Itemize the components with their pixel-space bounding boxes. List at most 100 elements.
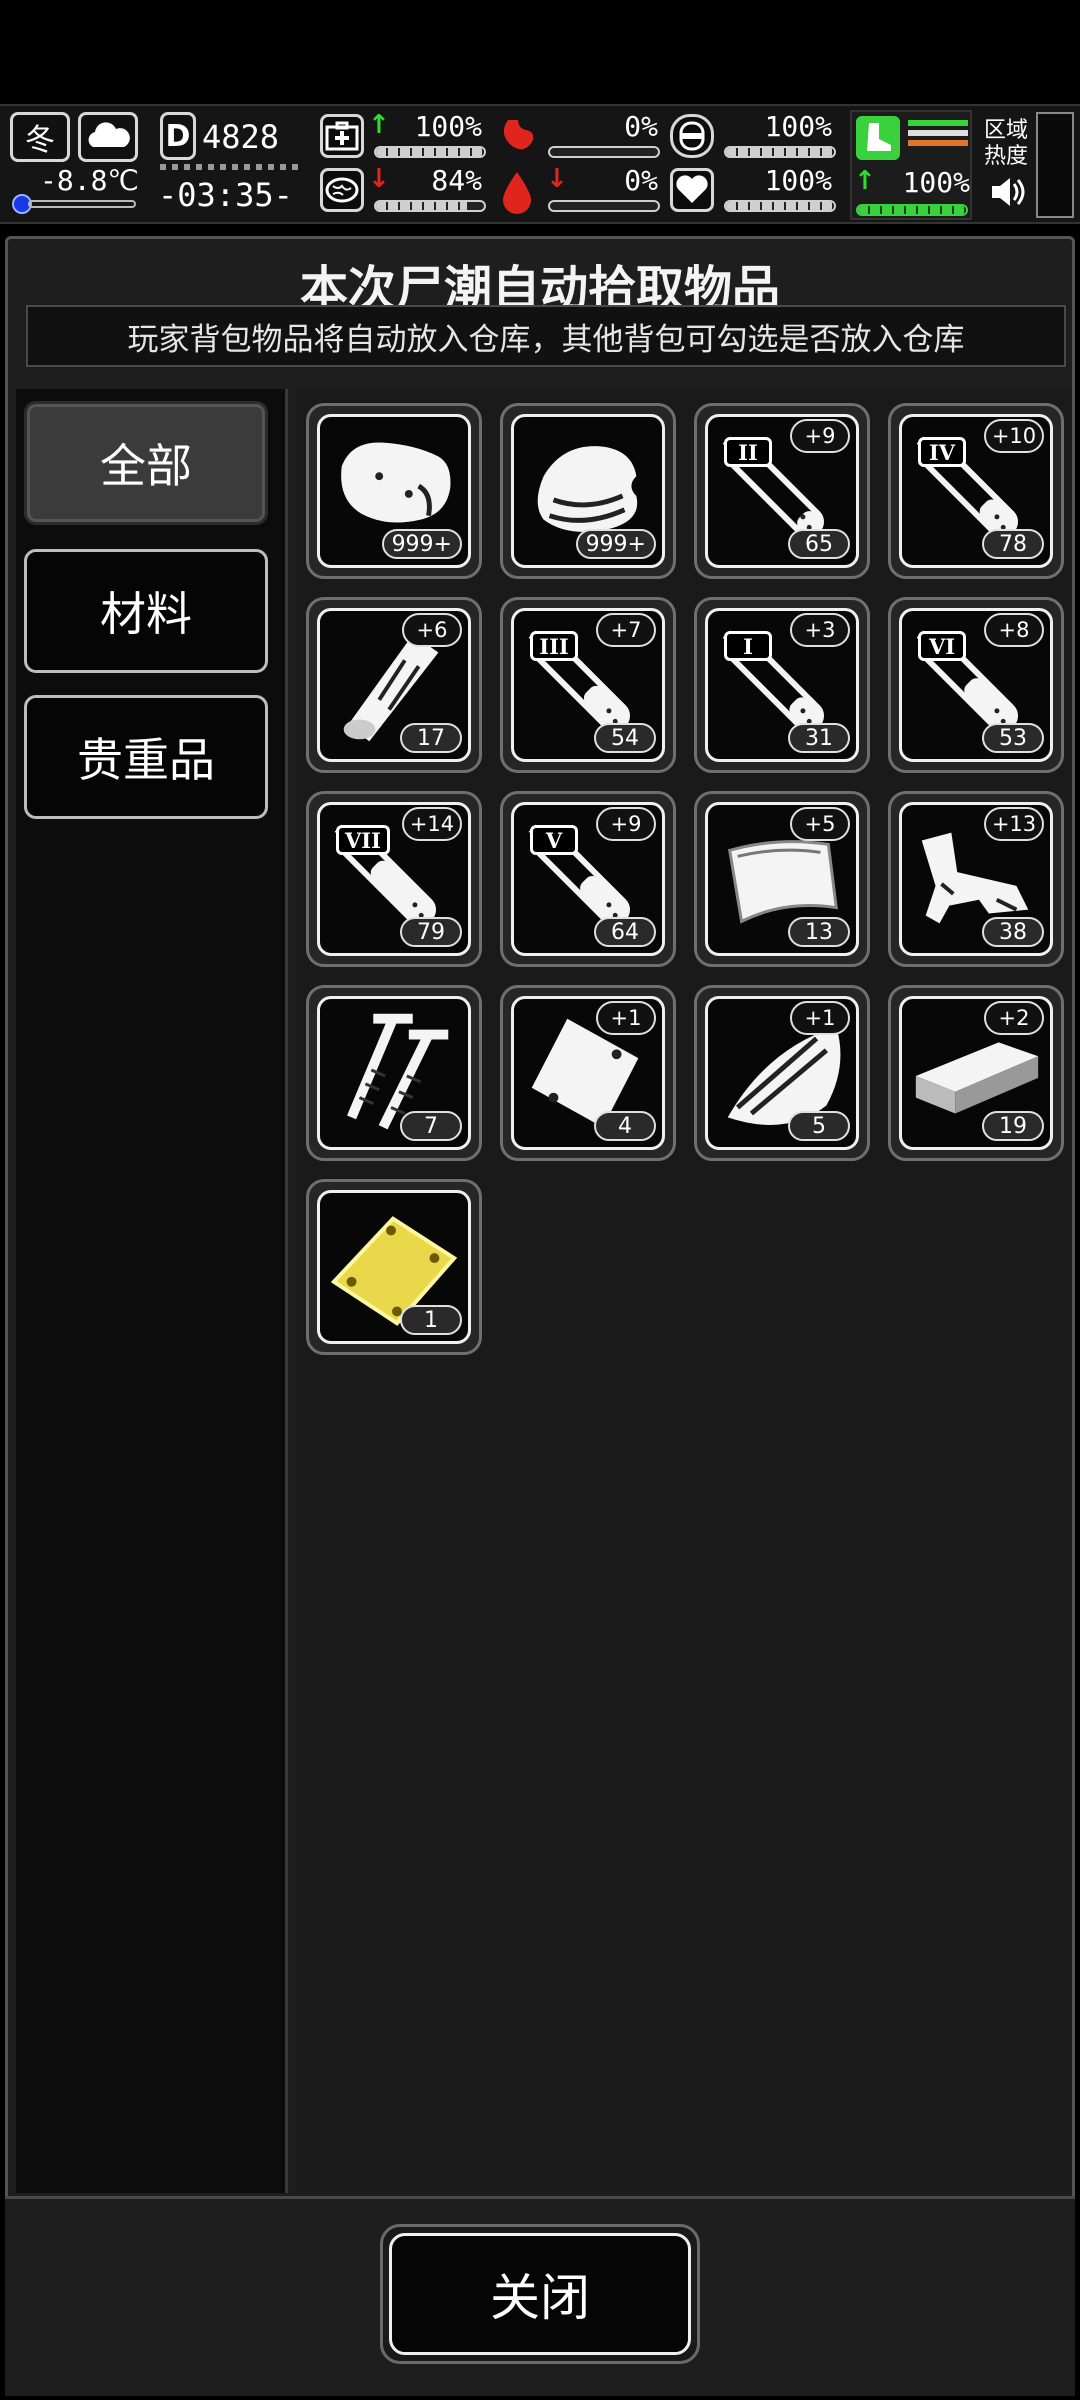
item-slot[interactable]: +1 4 — [500, 985, 676, 1161]
item-slot[interactable]: V +9 64 — [500, 791, 676, 967]
item-count: 5 — [788, 1111, 850, 1141]
bonus-badge: +5 — [790, 807, 850, 841]
stamina-stripes — [908, 120, 968, 156]
item-slot-frame: IV +10 78 — [899, 414, 1053, 568]
boot-icon — [856, 116, 900, 160]
mood-bar — [374, 200, 486, 212]
item-count: 38 — [982, 917, 1044, 947]
tier-badge: III — [530, 631, 578, 661]
tab-all-label: 全部 — [100, 439, 192, 493]
tab-valuables[interactable]: 贵重品 — [24, 695, 268, 819]
bonus-badge: +14 — [402, 807, 462, 841]
stamina-bar — [856, 204, 968, 216]
bonus-badge: +9 — [790, 419, 850, 453]
item-slot-frame: 999+ — [511, 414, 665, 568]
health-value: 100% — [414, 110, 482, 143]
item-count: 31 — [788, 723, 850, 753]
item-count: 78 — [982, 529, 1044, 559]
item-slot[interactable]: VI +8 53 — [888, 597, 1064, 773]
bonus-badge: +1 — [790, 1001, 850, 1035]
item-count: 1 — [400, 1305, 462, 1335]
item-slot[interactable]: +13 38 — [888, 791, 1064, 967]
day-box: D — [160, 112, 196, 160]
auto-pickup-panel: 本次尸潮自动拾取物品 玩家背包物品将自动放入仓库，其他背包可勾选是否放入仓库 全… — [5, 236, 1075, 2396]
item-slot[interactable]: 7 — [306, 985, 482, 1161]
tab-all[interactable]: 全部 — [24, 401, 268, 525]
item-grid: 999+ 999+ II +9 65 IV +10 78 +6 17 III +7 54 I +3 31 VI +… — [296, 389, 1072, 2193]
heart-value: 100% — [764, 164, 832, 197]
panel-subtitle-bar: 玩家背包物品将自动放入仓库，其他背包可勾选是否放入仓库 — [26, 305, 1066, 367]
item-slot[interactable]: VII +14 79 — [306, 791, 482, 967]
item-slot[interactable]: I +3 31 — [694, 597, 870, 773]
blood-drop-icon[interactable] — [494, 168, 540, 214]
item-count: 64 — [594, 917, 656, 947]
speaker-icon[interactable] — [988, 172, 1028, 212]
season-box[interactable]: 冬 — [10, 112, 70, 162]
item-count: 53 — [982, 723, 1044, 753]
item-slot[interactable]: +1 5 — [694, 985, 870, 1161]
item-slot-frame: +2 19 — [899, 996, 1053, 1150]
tab-materials[interactable]: 材料 — [24, 549, 268, 673]
clock-time: -03:35- — [158, 176, 293, 214]
tab-materials-label: 材料 — [100, 587, 192, 641]
item-count: 17 — [400, 723, 462, 753]
thirst-value: 100% — [764, 110, 832, 143]
medkit-icon[interactable] — [320, 114, 364, 158]
blood-value: 0% — [624, 164, 658, 197]
stomach-bar — [548, 146, 660, 158]
bonus-badge: +7 — [596, 613, 656, 647]
zone-heat-label: 区域热度 — [984, 118, 1029, 169]
temperature-value: -8.8℃ — [40, 164, 139, 197]
blood-bar — [548, 200, 660, 212]
app-root: 冬 -8.8℃ D 4828 -03:35- ↑ ↓ 100% 84% ↓ 0%… — [0, 0, 1080, 2400]
item-slot-frame: +1 5 — [705, 996, 859, 1150]
item-slot[interactable]: IV +10 78 — [888, 403, 1064, 579]
item-count: 65 — [788, 529, 850, 559]
item-slot-frame: V +9 64 — [511, 802, 665, 956]
item-slot[interactable]: 1 — [306, 1179, 482, 1355]
stomach-icon[interactable] — [494, 114, 540, 160]
stamina-box[interactable]: ↑ 100% — [850, 110, 972, 220]
item-slot-frame: +13 38 — [899, 802, 1053, 956]
item-slot-frame: 1 — [317, 1190, 471, 1344]
close-button[interactable]: 关闭 — [380, 2224, 700, 2364]
day-counter: 4828 — [202, 118, 280, 156]
item-slot[interactable]: +6 17 — [306, 597, 482, 773]
weather-box[interactable] — [78, 112, 138, 162]
bonus-badge: +3 — [790, 613, 850, 647]
temperature-bar — [28, 200, 136, 208]
tier-badge: II — [724, 437, 772, 467]
item-slot[interactable]: +5 13 — [694, 791, 870, 967]
heart-icon[interactable] — [670, 168, 714, 212]
item-count: 19 — [982, 1111, 1044, 1141]
stomach-value: 0% — [624, 110, 658, 143]
brain-icon[interactable] — [320, 168, 364, 212]
zone-heat-meter — [1036, 112, 1074, 218]
water-canteen-icon[interactable] — [670, 114, 714, 158]
item-slot-frame: +6 17 — [317, 608, 471, 762]
item-slot[interactable]: 999+ — [500, 403, 676, 579]
bonus-badge: +2 — [984, 1001, 1044, 1035]
status-hud: 冬 -8.8℃ D 4828 -03:35- ↑ ↓ 100% 84% ↓ 0%… — [0, 104, 1080, 224]
item-count: 999+ — [381, 529, 462, 559]
item-count: 999+ — [575, 529, 656, 559]
tier-badge: IV — [918, 437, 966, 467]
item-slot-frame: II +9 65 — [705, 414, 859, 568]
item-slot-frame: +1 4 — [511, 996, 665, 1150]
health-bar — [374, 146, 486, 158]
item-slot[interactable]: III +7 54 — [500, 597, 676, 773]
item-slot[interactable]: 999+ — [306, 403, 482, 579]
bonus-badge: +13 — [984, 807, 1044, 841]
close-button-label: 关闭 — [490, 2269, 590, 2327]
bonus-badge: +6 — [402, 613, 462, 647]
item-slot-frame: VII +14 79 — [317, 802, 471, 956]
item-count: 54 — [594, 723, 656, 753]
item-slot[interactable]: II +9 65 — [694, 403, 870, 579]
tab-valuables-label: 贵重品 — [77, 733, 215, 787]
item-slot[interactable]: +2 19 — [888, 985, 1064, 1161]
tier-badge: I — [724, 631, 772, 661]
tier-badge: V — [530, 825, 578, 855]
item-count: 7 — [400, 1111, 462, 1141]
category-sidebar: 全部 材料 贵重品 — [16, 389, 288, 2193]
item-slot-frame: 7 — [317, 996, 471, 1150]
